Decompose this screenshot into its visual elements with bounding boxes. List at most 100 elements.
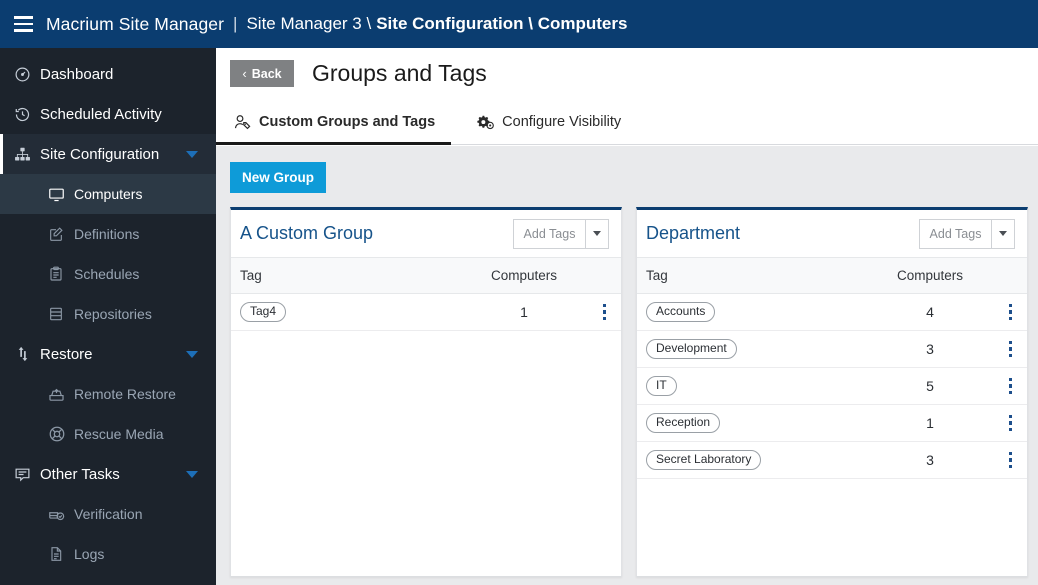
groups-panel: New Group A Custom Group Add Tags Tag Co… <box>216 146 1038 585</box>
tab-custom-groups-and-tags[interactable]: Custom Groups and Tags <box>215 100 452 145</box>
computers-count: 5 <box>926 378 934 394</box>
table-row[interactable]: Tag4 1 <box>231 294 621 331</box>
tag-cell: IT <box>637 375 885 397</box>
group-card: Department Add Tags Tag Computers Accoun… <box>636 207 1028 577</box>
group-cards: A Custom Group Add Tags Tag Computers Ta… <box>230 207 1038 577</box>
sidebar-item-scheduled-activity[interactable]: Scheduled Activity <box>0 94 216 134</box>
new-group-button[interactable]: New Group <box>230 162 326 193</box>
table-row[interactable]: Reception 1 <box>637 405 1027 442</box>
tab-configure-visibility[interactable]: Configure Visibility <box>473 100 637 144</box>
chevron-down-icon[interactable] <box>186 470 198 478</box>
row-menu-icon[interactable] <box>1006 375 1016 398</box>
table-header-row: Tag Computers <box>231 258 621 294</box>
breadcrumb-current: Site Configuration \ Computers <box>376 14 628 33</box>
computers-count: 1 <box>926 415 934 431</box>
row-menu-icon[interactable] <box>1006 338 1016 361</box>
tag-cell: Secret Laboratory <box>637 449 885 471</box>
sidebar-item-restore[interactable]: Restore <box>0 334 216 374</box>
row-menu-icon[interactable] <box>1006 301 1016 324</box>
sidebar-item-label: Rescue Media <box>74 426 164 442</box>
gears-icon <box>477 114 495 131</box>
computers-count: 3 <box>926 341 934 357</box>
add-tags-dropdown-button[interactable] <box>585 218 609 249</box>
computers-count: 1 <box>520 304 528 320</box>
page-title: Groups and Tags <box>312 60 487 86</box>
table-header-row: Tag Computers <box>637 258 1027 294</box>
sidebar-item-computers[interactable]: Computers <box>0 174 216 214</box>
sidebar: Dashboard Scheduled Activity Site Config <box>0 48 216 585</box>
add-tags-split-button[interactable]: Add Tags <box>919 218 1015 249</box>
sidebar-item-dashboard[interactable]: Dashboard <box>0 54 216 94</box>
message-list-icon <box>14 466 40 483</box>
sidebar-item-other-tasks[interactable]: Other Tasks <box>0 454 216 494</box>
tab-label: Configure Visibility <box>502 114 622 130</box>
table-row[interactable]: Development 3 <box>637 331 1027 368</box>
add-tags-button[interactable]: Add Tags <box>919 218 991 249</box>
add-tags-dropdown-button[interactable] <box>991 218 1015 249</box>
sidebar-item-schedules[interactable]: Schedules <box>0 254 216 294</box>
add-tags-button[interactable]: Add Tags <box>513 218 585 249</box>
sidebar-item-verification[interactable]: Verification <box>0 494 216 534</box>
row-menu-icon[interactable] <box>1006 449 1016 472</box>
hamburger-icon[interactable] <box>0 0 46 48</box>
group-card-body: Accounts 4 Development 3 IT 5 Reception … <box>637 294 1027 576</box>
gauge-icon <box>14 66 40 83</box>
sidebar-item-label: Dashboard <box>40 65 114 83</box>
tag-pill[interactable]: Secret Laboratory <box>646 449 762 471</box>
sidebar-item-label: Verification <box>74 506 143 522</box>
lifebuoy-icon <box>48 425 74 443</box>
tag-cell: Development <box>637 338 885 360</box>
tab-label: Custom Groups and Tags <box>259 114 436 130</box>
computers-count: 3 <box>926 452 934 468</box>
column-header-computers: Computers <box>490 268 558 283</box>
tag-pill[interactable]: Tag4 <box>240 301 287 323</box>
sidebar-item-repositories[interactable]: Repositories <box>0 294 216 334</box>
server-icon <box>48 306 74 322</box>
sidebar-item-label: Other Tasks <box>40 465 120 483</box>
add-tags-split-button[interactable]: Add Tags <box>513 218 609 249</box>
restore-arrows-icon <box>14 345 40 363</box>
tag-pill[interactable]: Reception <box>646 412 721 434</box>
sidebar-item-label: Restore <box>40 345 93 363</box>
row-menu-icon[interactable] <box>1006 412 1016 435</box>
edit-square-icon <box>48 226 74 242</box>
sidebar-item-remote-restore[interactable]: Remote Restore <box>0 374 216 414</box>
column-header-tag: Tag <box>646 268 668 283</box>
sidebar-item-label: Logs <box>74 546 105 562</box>
clipboard-icon <box>48 266 74 282</box>
back-button-label: Back <box>251 66 282 81</box>
chevron-down-icon[interactable] <box>186 350 198 358</box>
content-area: ‹ Back Groups and Tags Custom Groups and… <box>215 48 1038 585</box>
sidebar-item-definitions[interactable]: Definitions <box>0 214 216 254</box>
tag-cell: Accounts <box>637 301 885 323</box>
sidebar-item-label: Remote Restore <box>74 386 176 402</box>
monitor-icon <box>48 186 74 203</box>
tag-pill[interactable]: Development <box>646 338 737 360</box>
drive-upload-icon <box>48 386 74 403</box>
group-title: A Custom Group <box>240 223 374 243</box>
table-row[interactable]: Secret Laboratory 3 <box>637 442 1027 479</box>
sidebar-item-site-configuration[interactable]: Site Configuration <box>0 134 216 174</box>
clock-history-icon <box>14 106 40 123</box>
sidebar-item-logs[interactable]: Logs <box>0 534 216 574</box>
tag-cell: Reception <box>637 412 885 434</box>
sidebar-item-label: Computers <box>74 186 143 202</box>
breadcrumb-site[interactable]: Site Manager 3 \ <box>246 14 371 34</box>
tag-pill[interactable]: IT <box>646 375 677 397</box>
sidebar-item-label: Definitions <box>74 226 140 242</box>
back-button[interactable]: ‹ Back <box>230 60 294 87</box>
sidebar-item-rescue-media[interactable]: Rescue Media <box>0 414 216 454</box>
top-bar: Macrium Site Manager | Site Manager 3 \ … <box>0 0 1038 48</box>
table-row[interactable]: Accounts 4 <box>637 294 1027 331</box>
table-row[interactable]: IT 5 <box>637 368 1027 405</box>
chevron-down-icon[interactable] <box>186 150 198 158</box>
sidebar-item-label: Repositories <box>74 306 152 322</box>
sidebar-item-label: Scheduled Activity <box>40 105 162 123</box>
group-card: A Custom Group Add Tags Tag Computers Ta… <box>230 207 622 577</box>
row-menu-icon[interactable] <box>600 301 610 324</box>
person-tag-icon <box>234 114 251 131</box>
group-title: Department <box>646 223 741 243</box>
caret-down-icon <box>593 231 601 236</box>
tag-pill[interactable]: Accounts <box>646 301 716 323</box>
sidebar-item-label: Schedules <box>74 266 140 282</box>
